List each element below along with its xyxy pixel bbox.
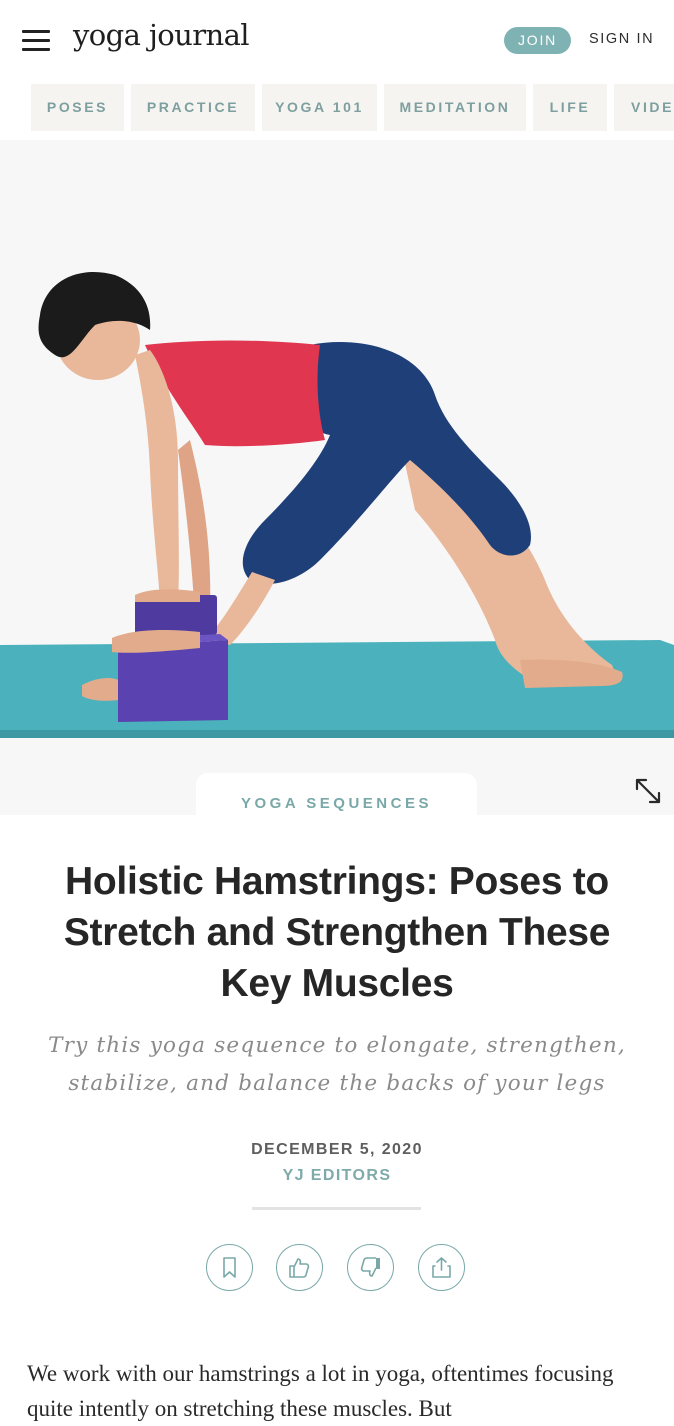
category-label[interactable]: YOGA SEQUENCES	[196, 773, 477, 815]
thumbs-up-icon	[289, 1258, 310, 1278]
divider	[252, 1207, 421, 1210]
join-button[interactable]: JOIN	[504, 27, 571, 54]
share-icon	[432, 1257, 451, 1278]
nav-tab-meditation[interactable]: MEDITATION	[384, 84, 526, 131]
sign-in-link[interactable]: SIGN IN	[589, 31, 654, 47]
yoga-pose-illustration	[0, 271, 674, 738]
hamburger-menu-icon[interactable]	[22, 30, 50, 52]
site-header: yoga journal JOIN SIGN IN	[0, 0, 674, 80]
bookmark-button[interactable]	[206, 1244, 253, 1291]
hero-image	[0, 140, 674, 815]
nav-tab-yoga-101[interactable]: YOGA 101	[262, 84, 377, 131]
dislike-button[interactable]	[347, 1244, 394, 1291]
article-date: DECEMBER 5, 2020	[251, 1141, 423, 1158]
category-nav: POSES PRACTICE YOGA 101 MEDITATION LIFE …	[0, 84, 674, 131]
article-title: Holistic Hamstrings: Poses to Stretch an…	[63, 860, 611, 1005]
nav-tab-video[interactable]: VIDEO	[614, 84, 674, 131]
expand-icon[interactable]	[634, 777, 662, 805]
article-body: We work with our hamstrings a lot in yog…	[27, 1361, 614, 1421]
nav-tab-life[interactable]: LIFE	[533, 84, 607, 131]
article-subtitle: Try this yoga sequence to elongate, stre…	[48, 1033, 626, 1096]
site-logo[interactable]: yoga journal	[73, 18, 250, 52]
nav-tab-practice[interactable]: PRACTICE	[131, 84, 255, 131]
share-button[interactable]	[418, 1244, 465, 1291]
nav-tab-poses[interactable]: POSES	[31, 84, 124, 131]
bookmark-icon	[223, 1257, 236, 1278]
thumbs-down-icon	[360, 1257, 380, 1277]
article-author[interactable]: YJ EDITORS	[0, 1167, 674, 1185]
like-button[interactable]	[276, 1244, 323, 1291]
